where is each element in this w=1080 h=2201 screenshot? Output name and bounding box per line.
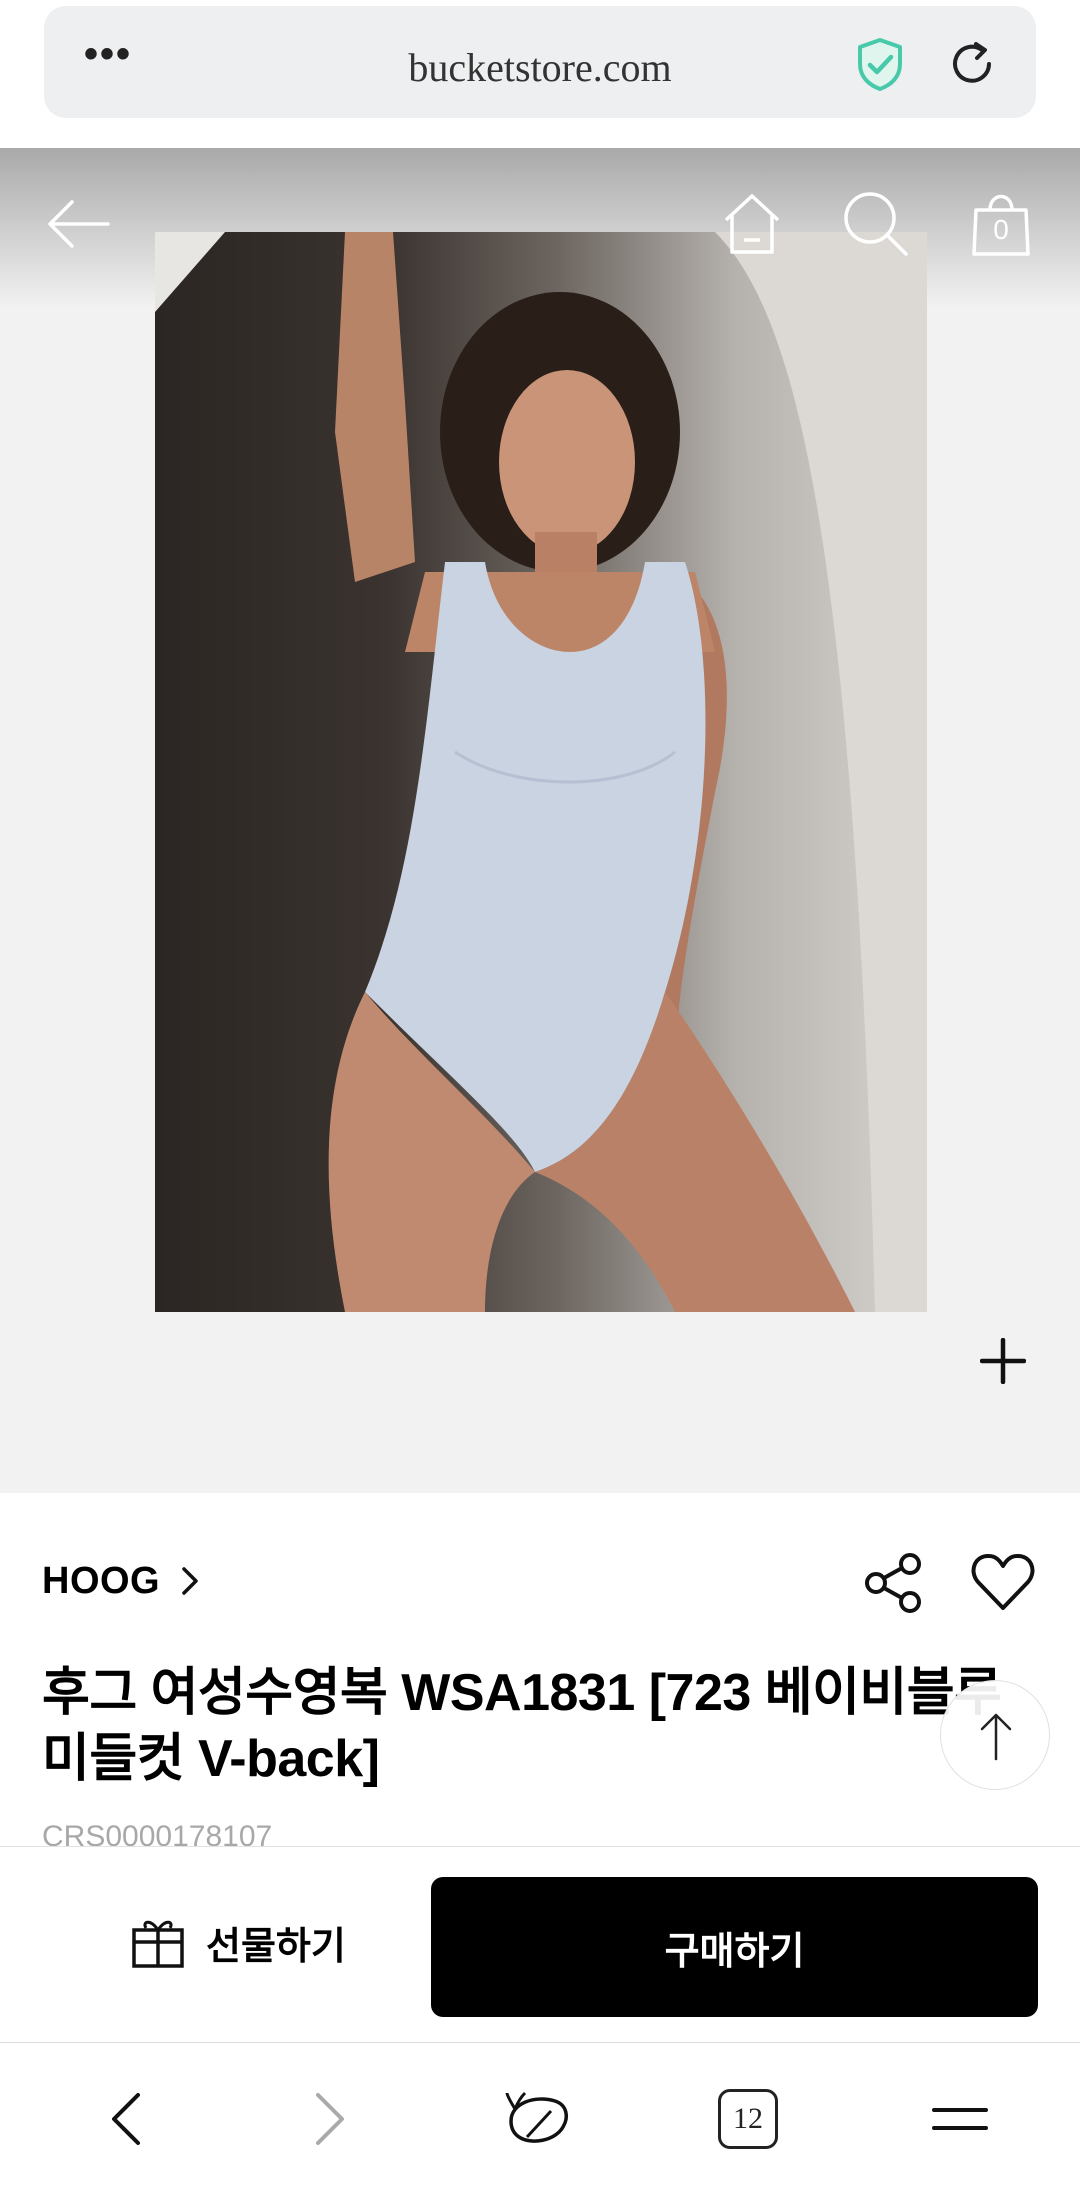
browser-forward-button[interactable] bbox=[290, 2079, 370, 2159]
search-icon[interactable] bbox=[840, 188, 910, 258]
tabs-button[interactable]: 12 bbox=[708, 2079, 788, 2159]
browser-top-bar: ••• bucketstore.com bbox=[0, 0, 1080, 148]
plus-icon[interactable] bbox=[980, 1338, 1026, 1384]
browser-back-button[interactable] bbox=[86, 2079, 166, 2159]
browser-bottom-nav: 12 bbox=[0, 2042, 1080, 2201]
product-title: 후그 여성수영복 WSA1831 [723 베이비블루 미들컷 V-back] bbox=[42, 1664, 1002, 1788]
browser-home-button[interactable] bbox=[498, 2079, 578, 2159]
brand-link[interactable]: HOOG bbox=[42, 1556, 202, 1606]
share-icon[interactable] bbox=[862, 1552, 924, 1614]
gift-icon bbox=[132, 1920, 184, 1968]
arrow-up-icon bbox=[980, 1713, 1012, 1761]
reload-icon[interactable] bbox=[944, 36, 1000, 92]
product-image-area: 0 bbox=[0, 148, 1080, 1493]
product-code: CRS0000178107 bbox=[42, 1820, 273, 1846]
address-bar[interactable]: ••• bucketstore.com bbox=[44, 6, 1036, 118]
chevron-right-icon bbox=[182, 1567, 198, 1595]
model-illustration bbox=[155, 232, 927, 1312]
tab-count: 12 bbox=[718, 2089, 778, 2149]
cart-button[interactable]: 0 bbox=[970, 186, 1032, 258]
back-arrow-icon[interactable] bbox=[44, 196, 112, 252]
purchase-action-bar: 선물하기 구매하기 bbox=[0, 1846, 1080, 2042]
hamburger-icon bbox=[932, 2108, 988, 2130]
heart-icon[interactable] bbox=[970, 1552, 1036, 1612]
chevron-right-icon bbox=[316, 2093, 344, 2145]
scroll-to-top-button[interactable] bbox=[940, 1680, 1050, 1790]
cart-count: 0 bbox=[993, 214, 1009, 245]
home-icon[interactable] bbox=[720, 190, 784, 256]
gift-label: 선물하기 bbox=[206, 1925, 346, 1968]
chevron-left-icon bbox=[112, 2093, 140, 2145]
product-photo[interactable] bbox=[155, 232, 927, 1312]
whale-icon bbox=[505, 2091, 569, 2143]
browser-menu-button[interactable] bbox=[920, 2079, 1000, 2159]
brand-name: HOOG bbox=[42, 1559, 161, 1602]
gift-button[interactable]: 선물하기 bbox=[130, 1907, 346, 1977]
shield-check-icon[interactable] bbox=[854, 36, 906, 92]
buy-button[interactable]: 구매하기 bbox=[431, 1877, 1038, 2017]
